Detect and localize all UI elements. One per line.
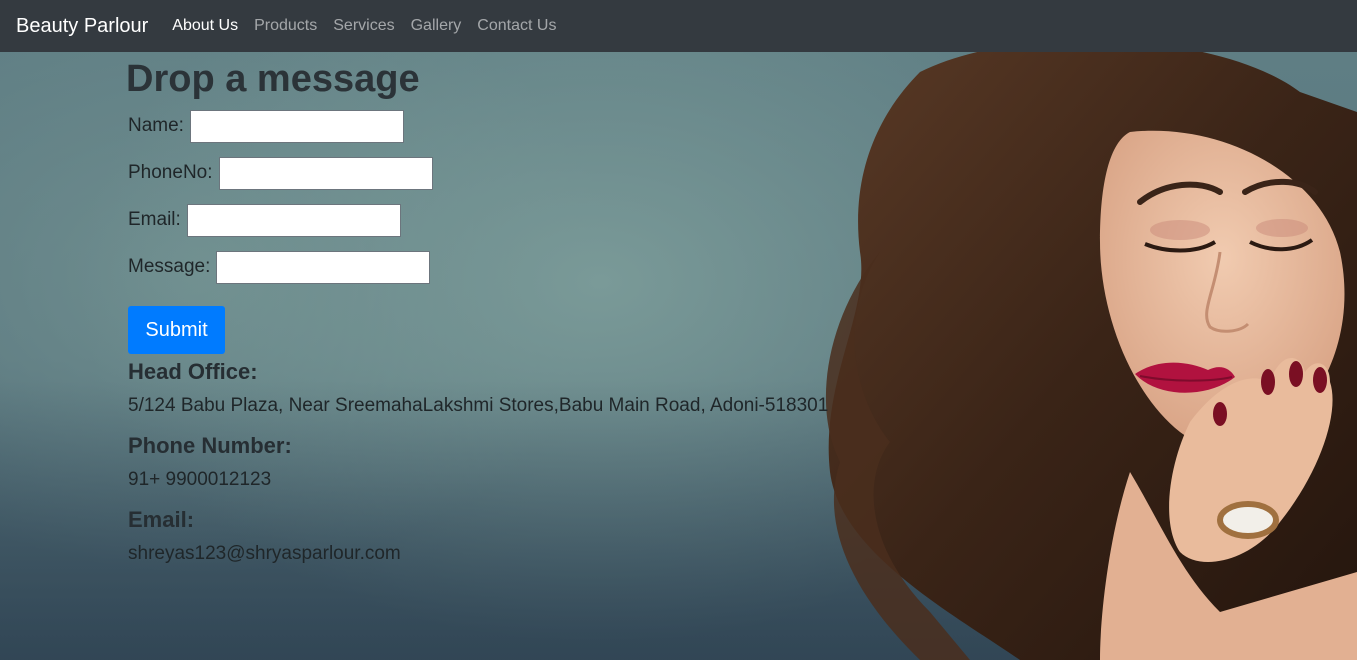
contact-section: Drop a message Name: PhoneNo: Email: Mes… bbox=[126, 52, 888, 566]
phone-row: PhoneNo: bbox=[128, 155, 888, 191]
phone-number: 91+ 9900012123 bbox=[128, 469, 272, 490]
name-label: Name: bbox=[128, 115, 184, 136]
email-input[interactable] bbox=[186, 203, 401, 237]
page: Beauty Parlour About Us Products Service… bbox=[0, 0, 1357, 660]
phone-block: Phone Number: 91+ 9900012123 bbox=[128, 432, 888, 492]
top-navbar: Beauty Parlour About Us Products Service… bbox=[0, 0, 1357, 52]
head-office-address: 5/124 Babu Plaza, Near SreemahaLakshmi S… bbox=[128, 395, 829, 416]
submit-button[interactable]: Submit bbox=[128, 306, 225, 354]
name-input[interactable] bbox=[189, 109, 404, 143]
email-label: Email: bbox=[128, 209, 181, 230]
phone-heading: Phone Number: bbox=[128, 433, 292, 458]
message-input[interactable] bbox=[216, 250, 431, 284]
nav-gallery[interactable]: Gallery bbox=[411, 17, 462, 35]
nav-services[interactable]: Services bbox=[333, 17, 394, 35]
brand-logo[interactable]: Beauty Parlour bbox=[16, 15, 148, 38]
email-block: Email: shreyas123@shryasparlour.com bbox=[128, 506, 888, 566]
head-office-heading: Head Office: bbox=[128, 359, 258, 384]
message-label: Message: bbox=[128, 256, 211, 277]
email-row: Email: bbox=[128, 202, 888, 238]
form-title: Drop a message bbox=[126, 58, 420, 100]
nav-about-us[interactable]: About Us bbox=[172, 17, 238, 35]
phone-input[interactable] bbox=[218, 156, 433, 190]
head-office-block: Head Office: 5/124 Babu Plaza, Near Sree… bbox=[128, 358, 888, 418]
email-heading: Email: bbox=[128, 507, 195, 532]
name-row: Name: bbox=[128, 108, 888, 144]
phone-label: PhoneNo: bbox=[128, 162, 213, 183]
nav-products[interactable]: Products bbox=[254, 17, 317, 35]
message-row: Message: bbox=[128, 249, 888, 285]
email-address: shreyas123@shryasparlour.com bbox=[128, 543, 401, 564]
nav-contact-us[interactable]: Contact Us bbox=[477, 17, 556, 35]
